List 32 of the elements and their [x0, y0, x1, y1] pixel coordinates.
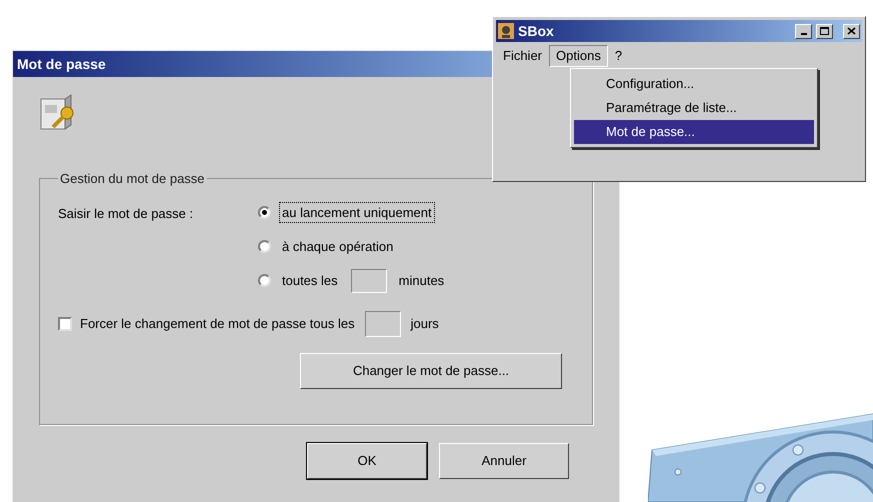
radio-button[interactable] [258, 240, 271, 253]
option-label: à chaque opération [281, 238, 394, 256]
days-field[interactable] [364, 310, 401, 336]
change-password-button[interactable]: Changer le mot de passe... [300, 352, 562, 388]
menu-item[interactable]: ? [608, 45, 630, 67]
dropdown-item[interactable]: Configuration... [574, 72, 814, 96]
radio-button[interactable] [258, 206, 271, 219]
maximize-icon [820, 27, 829, 35]
group-title: Gestion du mot de passe [59, 170, 206, 188]
minimize-icon [800, 33, 806, 35]
dialog-button[interactable]: Annuler [439, 443, 569, 479]
checkbox[interactable] [58, 316, 72, 330]
dialog-button[interactable]: OK [307, 443, 427, 479]
minimize-button[interactable] [795, 24, 812, 38]
close-icon [847, 27, 856, 35]
app-icon [498, 23, 514, 39]
close-button[interactable] [843, 24, 860, 38]
option-label: au lancement uniquement [279, 202, 435, 224]
option-label: toutes les [281, 272, 339, 290]
window-title: Mot de passe [17, 54, 106, 74]
unit-label: minutes [398, 272, 444, 290]
field-label: Saisir le mot de passe : [58, 204, 194, 223]
window-title: SBox [518, 22, 555, 40]
menu-item[interactable]: Options [549, 45, 608, 67]
unit-label: jours [410, 314, 439, 333]
dropdown-item[interactable]: Mot de passe... [574, 120, 814, 144]
checkbox-label: Forcer le changement de mot de passe tous les [80, 314, 355, 333]
dropdown-item[interactable]: Paramétrage de liste... [574, 96, 814, 120]
maximize-button[interactable] [816, 24, 833, 38]
minutes-field[interactable] [350, 268, 387, 292]
menu-item[interactable]: Fichier [496, 45, 550, 67]
radio-button[interactable] [258, 274, 271, 287]
